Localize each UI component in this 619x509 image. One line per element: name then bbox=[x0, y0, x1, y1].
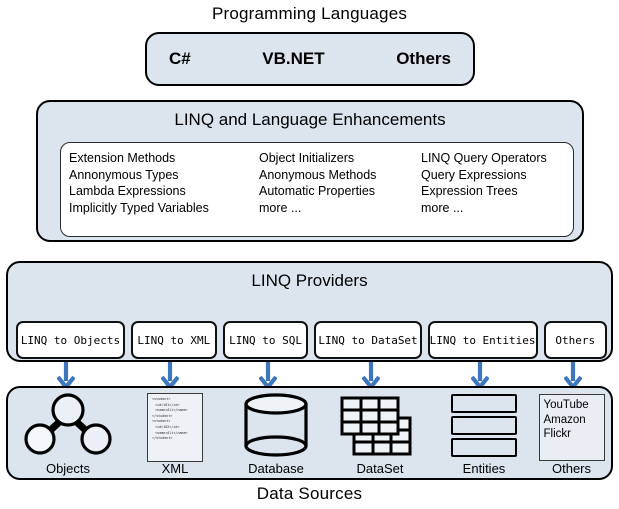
others-services-icon: YouTube Amazon Flickr bbox=[536, 392, 607, 461]
data-source-dataset: DataSet bbox=[328, 388, 432, 482]
feature-item: more ... bbox=[259, 200, 302, 215]
service-name-amazon: Amazon bbox=[543, 413, 586, 426]
language-label-vbnet: VB.NET bbox=[262, 49, 325, 68]
data-sources-panel: Objects <student> <id>101</id> <name>Ali… bbox=[6, 386, 613, 480]
feature-item: Lambda Expressions bbox=[69, 184, 186, 198]
feature-item: Automatic Properties bbox=[259, 184, 376, 198]
feature-item: Expression Trees bbox=[421, 184, 518, 198]
arrow-down-icon bbox=[362, 362, 380, 388]
data-source-label: Entities bbox=[462, 461, 506, 476]
provider-box-others[interactable]: Others bbox=[543, 321, 607, 359]
feature-item: Object Initializers bbox=[259, 151, 355, 165]
data-source-label: Objects bbox=[45, 461, 91, 476]
service-name-flickr: Flickr bbox=[543, 428, 571, 440]
arrow-down-icon bbox=[471, 362, 489, 388]
enhancements-column-3: LINQ Query Operators Query Expressions E… bbox=[421, 150, 571, 236]
provider-box-linq-to-dataset[interactable]: LINQ to DataSet bbox=[314, 321, 422, 359]
linq-providers-panel: LINQ Providers LINQ to Objects LINQ to X… bbox=[6, 261, 613, 362]
provider-box-linq-to-sql[interactable]: LINQ to SQL bbox=[222, 321, 309, 359]
data-source-label: Others bbox=[551, 461, 591, 476]
providers-row: LINQ to Objects LINQ to XML LINQ to SQL … bbox=[16, 321, 607, 359]
language-label-others: Others bbox=[396, 49, 451, 68]
arrow-down-icon bbox=[259, 362, 277, 388]
programming-languages-box: C# VB.NET Others bbox=[145, 32, 475, 86]
data-source-others: YouTube Amazon Flickr Others bbox=[536, 388, 607, 482]
enhancements-column-1: Extension Methods Annonymous Types Lambd… bbox=[69, 150, 259, 236]
data-source-entities: Entities bbox=[432, 388, 536, 482]
data-source-database: Database bbox=[224, 388, 328, 482]
database-cylinder-icon bbox=[244, 393, 308, 457]
arrow-down-icon bbox=[161, 362, 179, 388]
arrow-down-icon bbox=[57, 362, 75, 388]
provider-box-linq-to-objects[interactable]: LINQ to Objects bbox=[16, 321, 125, 359]
service-name-youtube: YouTube bbox=[543, 399, 589, 411]
enhancements-column-2: Object Initializers Anonymous Methods Au… bbox=[259, 150, 421, 236]
enhancements-title: LINQ and Language Enhancements bbox=[174, 110, 446, 129]
xml-document-icon: <student> <id>101</id> <name>Ali</name> … bbox=[126, 392, 224, 462]
feature-item: Implicitly Typed Variables bbox=[69, 200, 209, 215]
feature-item: Anonymous Methods bbox=[259, 167, 377, 182]
entities-stack-icon bbox=[432, 392, 536, 458]
programming-languages-caption: Programming Languages bbox=[211, 4, 408, 23]
providers-title: LINQ Providers bbox=[251, 271, 368, 290]
arrow-down-icon bbox=[564, 362, 582, 388]
feature-item: LINQ Query Operators bbox=[421, 151, 547, 165]
provider-box-linq-to-xml[interactable]: LINQ to XML bbox=[130, 321, 217, 359]
xml-line: </student> bbox=[152, 436, 173, 441]
object-graph-icon bbox=[24, 393, 112, 455]
data-source-xml: <student> <id>101</id> <name>Ali</name> … bbox=[126, 388, 224, 482]
feature-item: Query Expressions bbox=[421, 167, 527, 182]
provider-box-linq-to-entities[interactable]: LINQ to Entities bbox=[427, 321, 538, 359]
feature-item: more ... bbox=[421, 200, 464, 215]
data-source-label: DataSet bbox=[356, 461, 404, 476]
dataset-grid-icon bbox=[340, 396, 412, 456]
data-source-objects: Objects bbox=[16, 388, 120, 482]
enhancements-feature-list: Extension Methods Annonymous Types Lambd… bbox=[60, 142, 574, 237]
feature-item: Annonymous Types bbox=[69, 167, 179, 182]
data-source-label: Database bbox=[248, 461, 304, 476]
data-source-label: XML bbox=[161, 461, 189, 476]
linq-language-enhancements-panel: LINQ and Language Enhancements Extension… bbox=[36, 100, 584, 242]
data-sources-caption: Data Sources bbox=[256, 484, 363, 503]
feature-item: Extension Methods bbox=[69, 151, 176, 165]
language-label-csharp: C# bbox=[169, 49, 191, 68]
